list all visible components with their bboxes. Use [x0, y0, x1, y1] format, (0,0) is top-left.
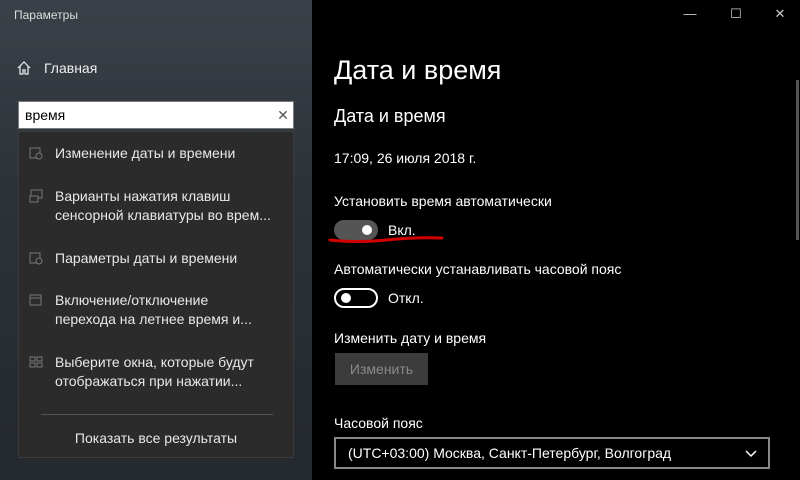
- window-grid-icon: [29, 356, 43, 368]
- search-box: ✕: [18, 101, 294, 129]
- suggestion-line: Включение/отключение: [55, 292, 209, 308]
- keyboard-icon: [29, 189, 43, 203]
- change-button[interactable]: Изменить: [335, 353, 428, 385]
- divider: [41, 414, 273, 415]
- current-datetime: 17:09, 26 июля 2018 г.: [334, 150, 477, 166]
- auto-timezone-state: Откл.: [388, 290, 424, 306]
- auto-timezone-label: Автоматически устанавливать часовой пояс: [334, 261, 622, 277]
- suggestion-line: Изменение даты и времени: [55, 145, 236, 161]
- auto-timezone-toggle[interactable]: [334, 288, 378, 308]
- clear-icon[interactable]: ✕: [273, 107, 293, 124]
- scrollbar[interactable]: [796, 80, 799, 240]
- suggestion-item[interactable]: Выберите окна, которые будут отображатьс…: [19, 353, 293, 391]
- suggestion-line: Параметры даты и времени: [55, 250, 238, 266]
- timezone-select[interactable]: (UTC+03:00) Москва, Санкт-Петербург, Вол…: [334, 437, 770, 469]
- suggestion-item[interactable]: Включение/отключение перехода на летнее …: [19, 291, 293, 329]
- suggestion-line: Выберите окна, которые будут: [55, 354, 254, 370]
- window-title: Параметры: [14, 8, 78, 22]
- chevron-down-icon: [745, 450, 757, 458]
- show-all-results-link[interactable]: Показать все результаты: [19, 430, 293, 446]
- suggestion-item[interactable]: Параметры даты и времени: [19, 249, 293, 268]
- sidebar: Параметры Главная ✕ Изменение даты и вре…: [0, 0, 312, 480]
- toggle-knob: [341, 293, 351, 303]
- auto-time-label: Установить время автоматически: [334, 193, 552, 209]
- suggestion-item[interactable]: Изменение даты и времени: [19, 144, 293, 163]
- timezone-label: Часовой пояс: [334, 415, 423, 431]
- red-underline-annotation: [328, 236, 444, 243]
- calendar-clock-icon: [29, 252, 43, 265]
- page-title: Дата и время: [334, 55, 502, 85]
- search-input[interactable]: [19, 106, 273, 124]
- home-nav-item[interactable]: Главная: [16, 60, 97, 76]
- home-icon: [17, 61, 31, 75]
- calendar-clock-icon: [29, 147, 43, 160]
- home-label: Главная: [44, 60, 98, 76]
- timezone-value: (UTC+03:00) Москва, Санкт-Петербург, Вол…: [348, 445, 672, 461]
- calendar-icon: [29, 294, 42, 306]
- search-suggestions: Изменение даты и времени Варианты нажати…: [18, 131, 294, 458]
- suggestion-line: Варианты нажатия клавиш: [55, 188, 231, 204]
- suggestion-line: сенсорной клавиатуры во врем...: [55, 207, 271, 223]
- section-title: Дата и время: [334, 106, 446, 126]
- minimize-icon[interactable]: —: [680, 6, 700, 24]
- suggestion-line: отображаться при нажатии...: [55, 373, 243, 389]
- maximize-icon[interactable]: ☐: [726, 6, 746, 24]
- close-icon[interactable]: ✕: [770, 6, 790, 24]
- change-datetime-label: Изменить дату и время: [334, 330, 487, 346]
- suggestion-item[interactable]: Варианты нажатия клавиш сенсорной клавиа…: [19, 187, 293, 225]
- suggestion-line: перехода на летнее время и...: [55, 311, 252, 327]
